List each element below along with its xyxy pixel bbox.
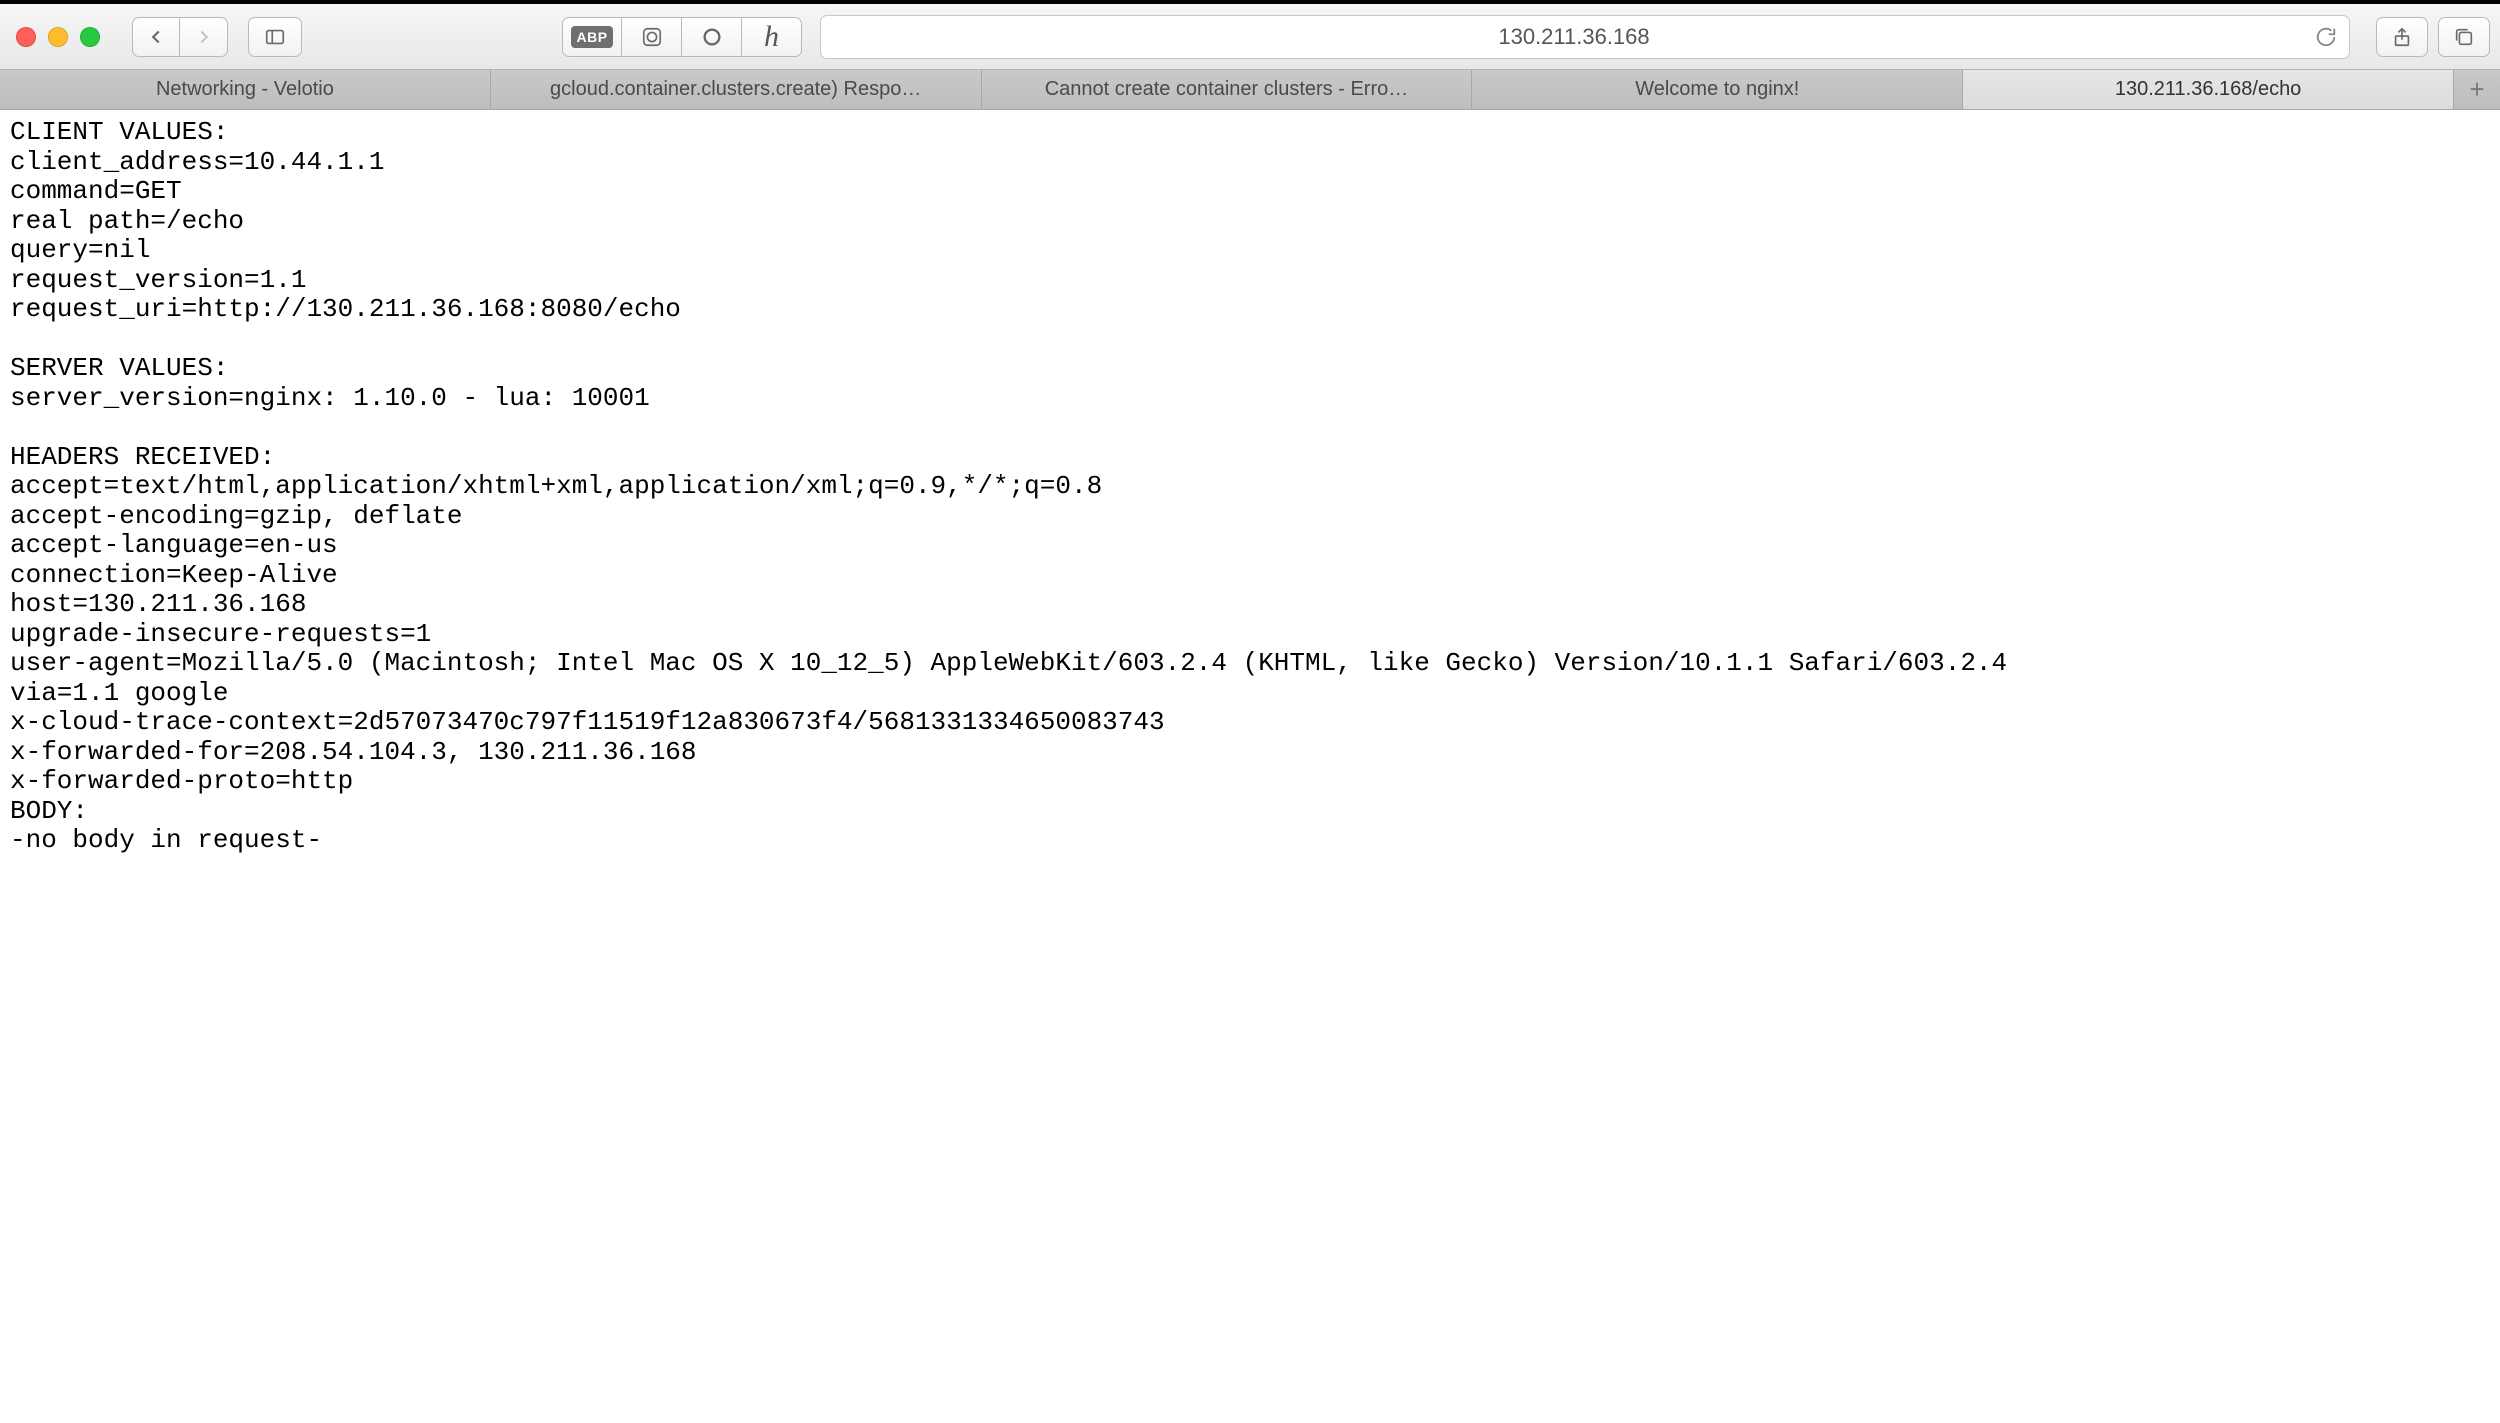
- body-line: -no body in request-: [10, 825, 322, 855]
- back-button[interactable]: [132, 17, 180, 57]
- tab-label: Networking - Velotio: [156, 78, 334, 101]
- host-line: host=130.211.36.168: [10, 589, 306, 619]
- nav-button-group: [132, 17, 228, 57]
- tab-overview-icon: [2453, 26, 2475, 48]
- tab-2[interactable]: Cannot create container clusters - Erro…: [982, 70, 1473, 109]
- chevron-right-icon: [193, 26, 215, 48]
- share-icon: [2391, 26, 2413, 48]
- honey-extension-button[interactable]: h: [742, 17, 802, 57]
- window-controls: [16, 27, 100, 47]
- via-line: via=1.1 google: [10, 678, 228, 708]
- client-address-line: client_address=10.44.1.1: [10, 147, 384, 177]
- tab-1[interactable]: gcloud.container.clusters.create) Respo…: [491, 70, 982, 109]
- command-line: command=GET: [10, 176, 182, 206]
- server-version-line: server_version=nginx: 1.10.0 - lua: 1000…: [10, 383, 650, 413]
- new-tab-button[interactable]: +: [2454, 70, 2500, 109]
- user-agent-line: user-agent=Mozilla/5.0 (Macintosh; Intel…: [10, 648, 2007, 678]
- accept-line: accept=text/html,application/xhtml+xml,a…: [10, 471, 1102, 501]
- body-heading: BODY:: [10, 796, 88, 826]
- server-values-heading: SERVER VALUES:: [10, 353, 228, 383]
- show-tabs-button[interactable]: [2438, 17, 2490, 57]
- chevron-left-icon: [145, 26, 167, 48]
- zoom-window-button[interactable]: [80, 27, 100, 47]
- aperture-icon: [641, 26, 663, 48]
- x-forwarded-for-line: x-forwarded-for=208.54.104.3, 130.211.36…: [10, 737, 697, 767]
- tab-label: 130.211.36.168/echo: [2115, 78, 2301, 101]
- page-body: CLIENT VALUES: client_address=10.44.1.1 …: [0, 110, 2500, 864]
- circle-notch-icon: [701, 26, 723, 48]
- forward-button[interactable]: [180, 17, 228, 57]
- x-forwarded-proto-line: x-forwarded-proto=http: [10, 766, 353, 796]
- request-uri-line: request_uri=http://130.211.36.168:8080/e…: [10, 294, 681, 324]
- tab-label: Cannot create container clusters - Erro…: [1045, 78, 1409, 101]
- abp-icon: ABP: [571, 26, 612, 48]
- real-path-line: real path=/echo: [10, 206, 244, 236]
- address-bar[interactable]: 130.211.36.168: [820, 15, 2350, 59]
- headers-heading: HEADERS RECEIVED:: [10, 442, 275, 472]
- tab-0[interactable]: Networking - Velotio: [0, 70, 491, 109]
- plus-icon: +: [2469, 74, 2484, 105]
- address-url: 130.211.36.168: [833, 24, 2315, 50]
- close-window-button[interactable]: [16, 27, 36, 47]
- tab-bar: Networking - Velotio gcloud.container.cl…: [0, 70, 2500, 110]
- minimize-window-button[interactable]: [48, 27, 68, 47]
- tab-label: Welcome to nginx!: [1635, 78, 1799, 101]
- request-version-line: request_version=1.1: [10, 265, 306, 295]
- extension-button-2[interactable]: [622, 17, 682, 57]
- reload-icon[interactable]: [2315, 26, 2337, 48]
- tab-3[interactable]: Welcome to nginx!: [1472, 70, 1963, 109]
- client-values-heading: CLIENT VALUES:: [10, 117, 228, 147]
- accept-language-line: accept-language=en-us: [10, 530, 338, 560]
- sidebar-toggle-button[interactable]: [248, 17, 302, 57]
- toolbar-right-group: [2376, 17, 2490, 57]
- extensions-group: ABP h: [562, 17, 802, 57]
- connection-line: connection=Keep-Alive: [10, 560, 338, 590]
- query-line: query=nil: [10, 235, 150, 265]
- honey-icon: h: [764, 20, 779, 54]
- adblock-extension-button[interactable]: ABP: [562, 17, 622, 57]
- accept-encoding-line: accept-encoding=gzip, deflate: [10, 501, 462, 531]
- tab-4[interactable]: 130.211.36.168/echo: [1963, 70, 2454, 109]
- extension-button-3[interactable]: [682, 17, 742, 57]
- browser-toolbar: ABP h 130.211.36.168: [0, 4, 2500, 70]
- share-button[interactable]: [2376, 17, 2428, 57]
- tab-label: gcloud.container.clusters.create) Respo…: [550, 78, 921, 101]
- upgrade-insecure-requests-line: upgrade-insecure-requests=1: [10, 619, 431, 649]
- x-cloud-trace-context-line: x-cloud-trace-context=2d57073470c797f115…: [10, 707, 1165, 737]
- sidebar-icon: [264, 26, 286, 48]
